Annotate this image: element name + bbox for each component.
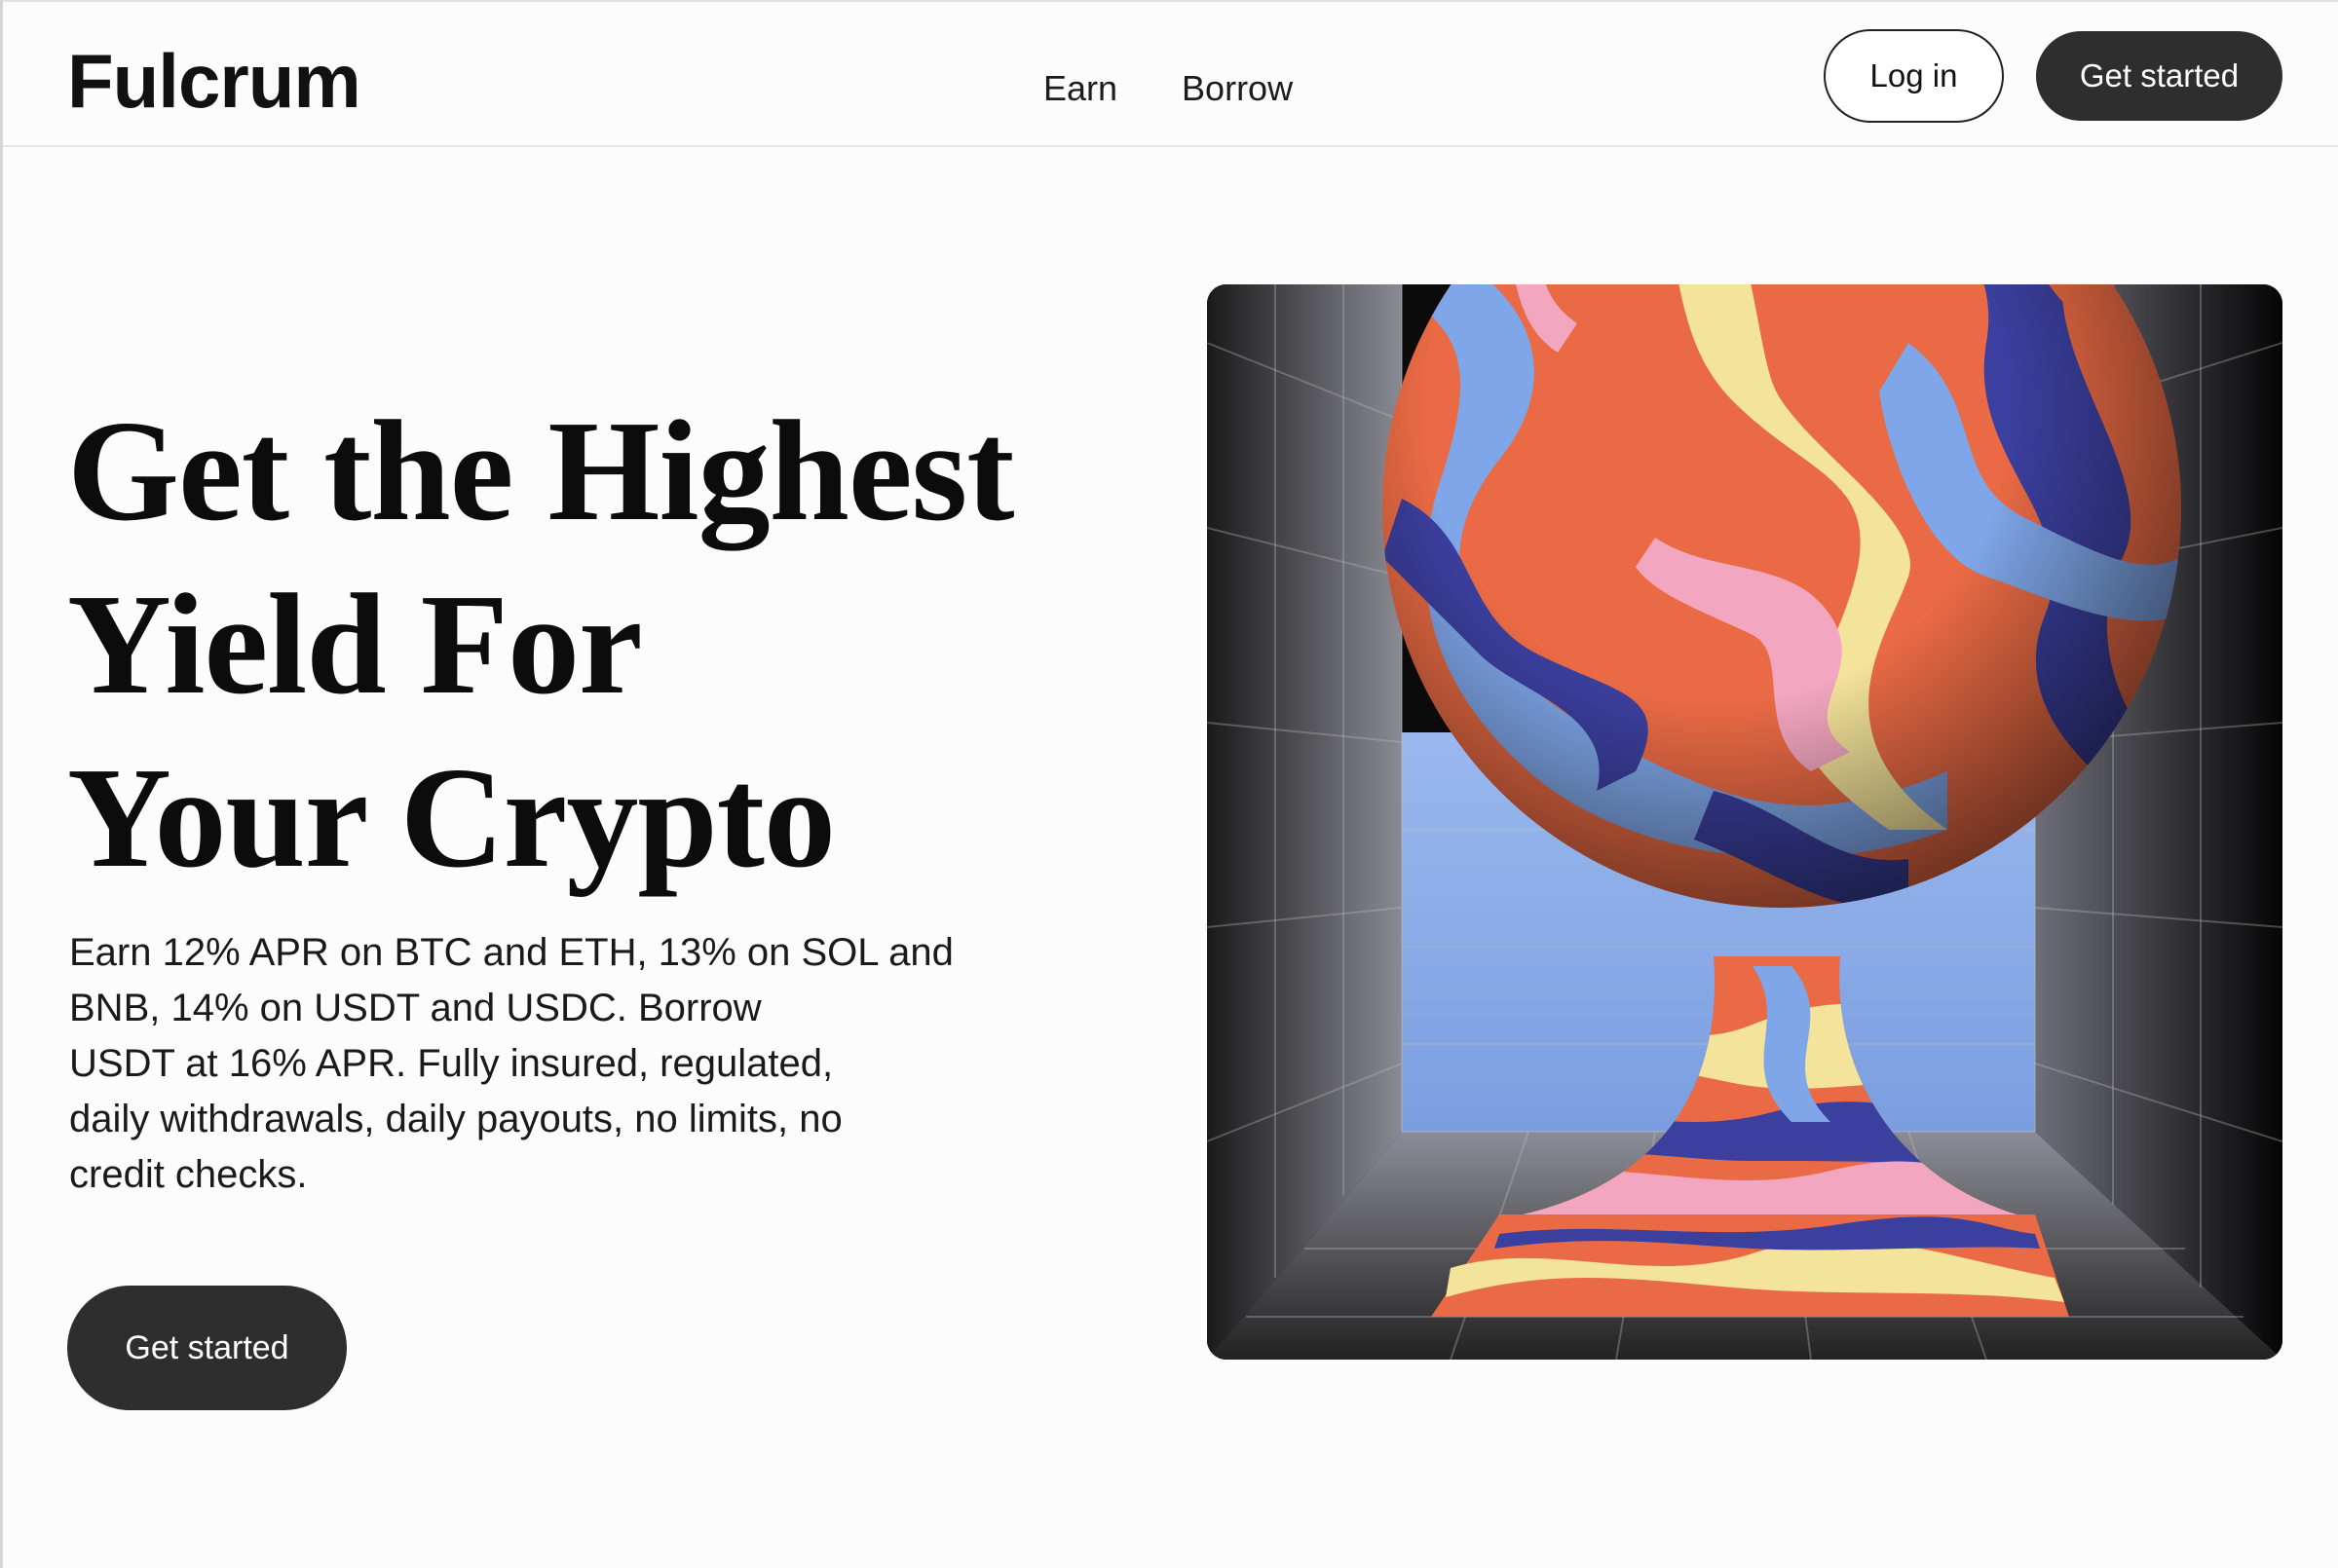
- hero-headline-line: Get the Highest: [67, 392, 1015, 551]
- fulcrum-logo[interactable]: Fulcrum: [67, 37, 361, 126]
- hero-description: Earn 12% APR on BTC and ETH, 13% on SOL …: [69, 925, 954, 1203]
- hero-headline: Get the Highest Yield For Your Crypto: [67, 385, 1188, 905]
- login-button[interactable]: Log in: [1824, 29, 2004, 123]
- site-header: Fulcrum Earn Borrow Log in Get started: [3, 0, 2338, 147]
- hero-get-started-button[interactable]: Get started: [67, 1286, 347, 1410]
- hero-illustration: [1207, 284, 2282, 1360]
- hero-description-line: USDT at 16% APR. Fully insured, regulate…: [69, 1042, 834, 1085]
- hero-headline-line: Your Crypto: [67, 738, 836, 898]
- hero-description-line: Earn 12% APR on BTC and ETH, 13% on SOL …: [69, 931, 954, 974]
- nav-borrow-link[interactable]: Borrow: [1182, 68, 1293, 109]
- marbled-sphere-illustration: [1207, 284, 2282, 1360]
- page: Fulcrum Earn Borrow Log in Get started G…: [0, 0, 2338, 1568]
- hero-description-line: credit checks.: [69, 1153, 308, 1196]
- hero-headline-line: Yield For: [67, 565, 643, 725]
- nav-earn-link[interactable]: Earn: [1043, 68, 1117, 109]
- main-nav: Earn Borrow: [1043, 68, 1293, 109]
- header-get-started-button[interactable]: Get started: [2036, 31, 2282, 121]
- hero-description-line: BNB, 14% on USDT and USDC. Borrow: [69, 987, 762, 1029]
- hero-description-line: daily withdrawals, daily payouts, no lim…: [69, 1098, 843, 1140]
